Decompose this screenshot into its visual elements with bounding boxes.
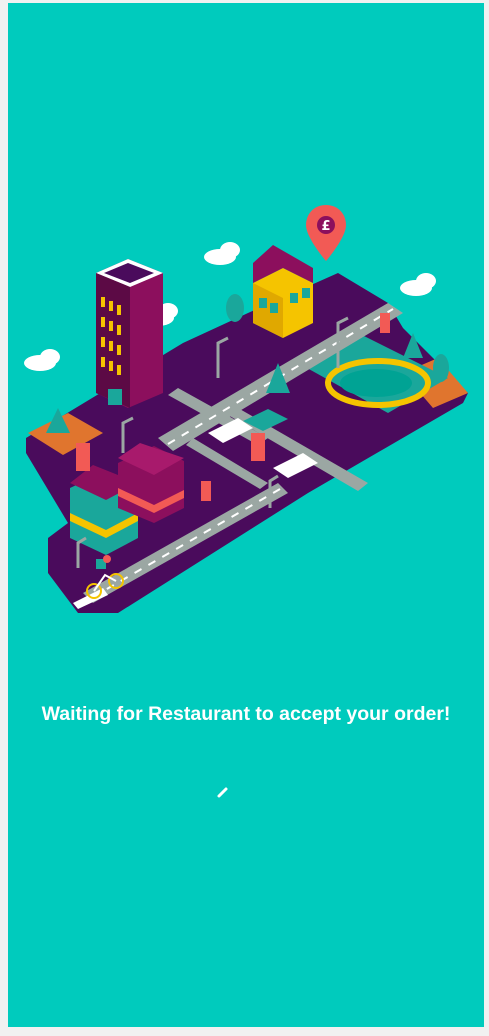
isometric-city-delivery-icon: £ xyxy=(24,205,468,613)
building-tower xyxy=(96,259,163,408)
building-house xyxy=(253,245,313,338)
pound-location-pin-icon: £ xyxy=(306,205,346,261)
order-waiting-screen: £ Waiting for Restaurant to accept your … xyxy=(8,3,484,1027)
order-status-message: Waiting for Restaurant to accept your or… xyxy=(41,703,451,725)
loading-spinner-icon xyxy=(217,787,228,798)
svg-text:£: £ xyxy=(321,219,330,234)
